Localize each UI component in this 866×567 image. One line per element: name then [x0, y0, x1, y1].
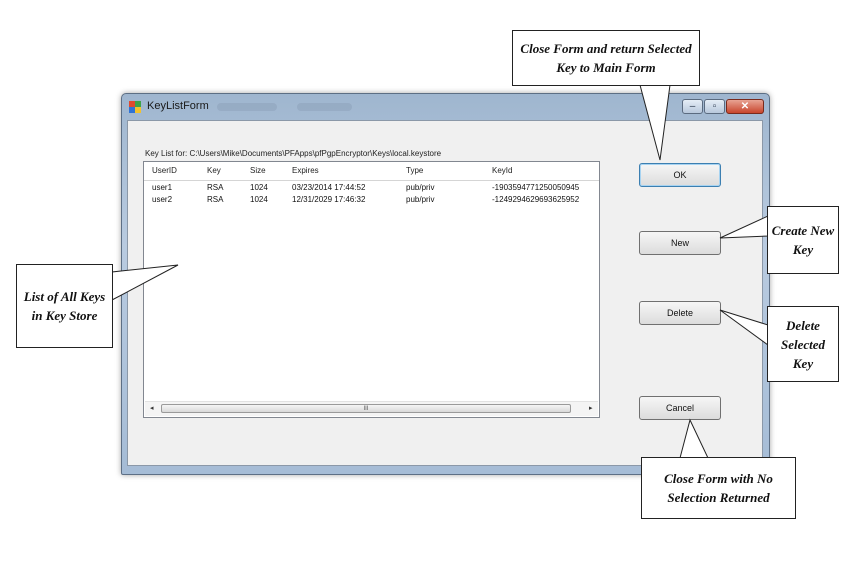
cancel-callout: Close Form with No Selection Returned [641, 457, 796, 519]
delete-callout: Delete Selected Key [767, 306, 839, 382]
new-callout-pointer [719, 215, 769, 239]
ok-callout: Close Form and return Selected Key to Ma… [512, 30, 700, 86]
new-callout: Create New Key [767, 206, 839, 274]
list-callout-pointer [111, 264, 179, 301]
delete-callout-pointer [719, 309, 769, 346]
cancel-callout-pointer [679, 418, 709, 459]
ok-callout-pointer [639, 84, 671, 161]
list-callout: List of All Keys in Key Store [16, 264, 113, 348]
